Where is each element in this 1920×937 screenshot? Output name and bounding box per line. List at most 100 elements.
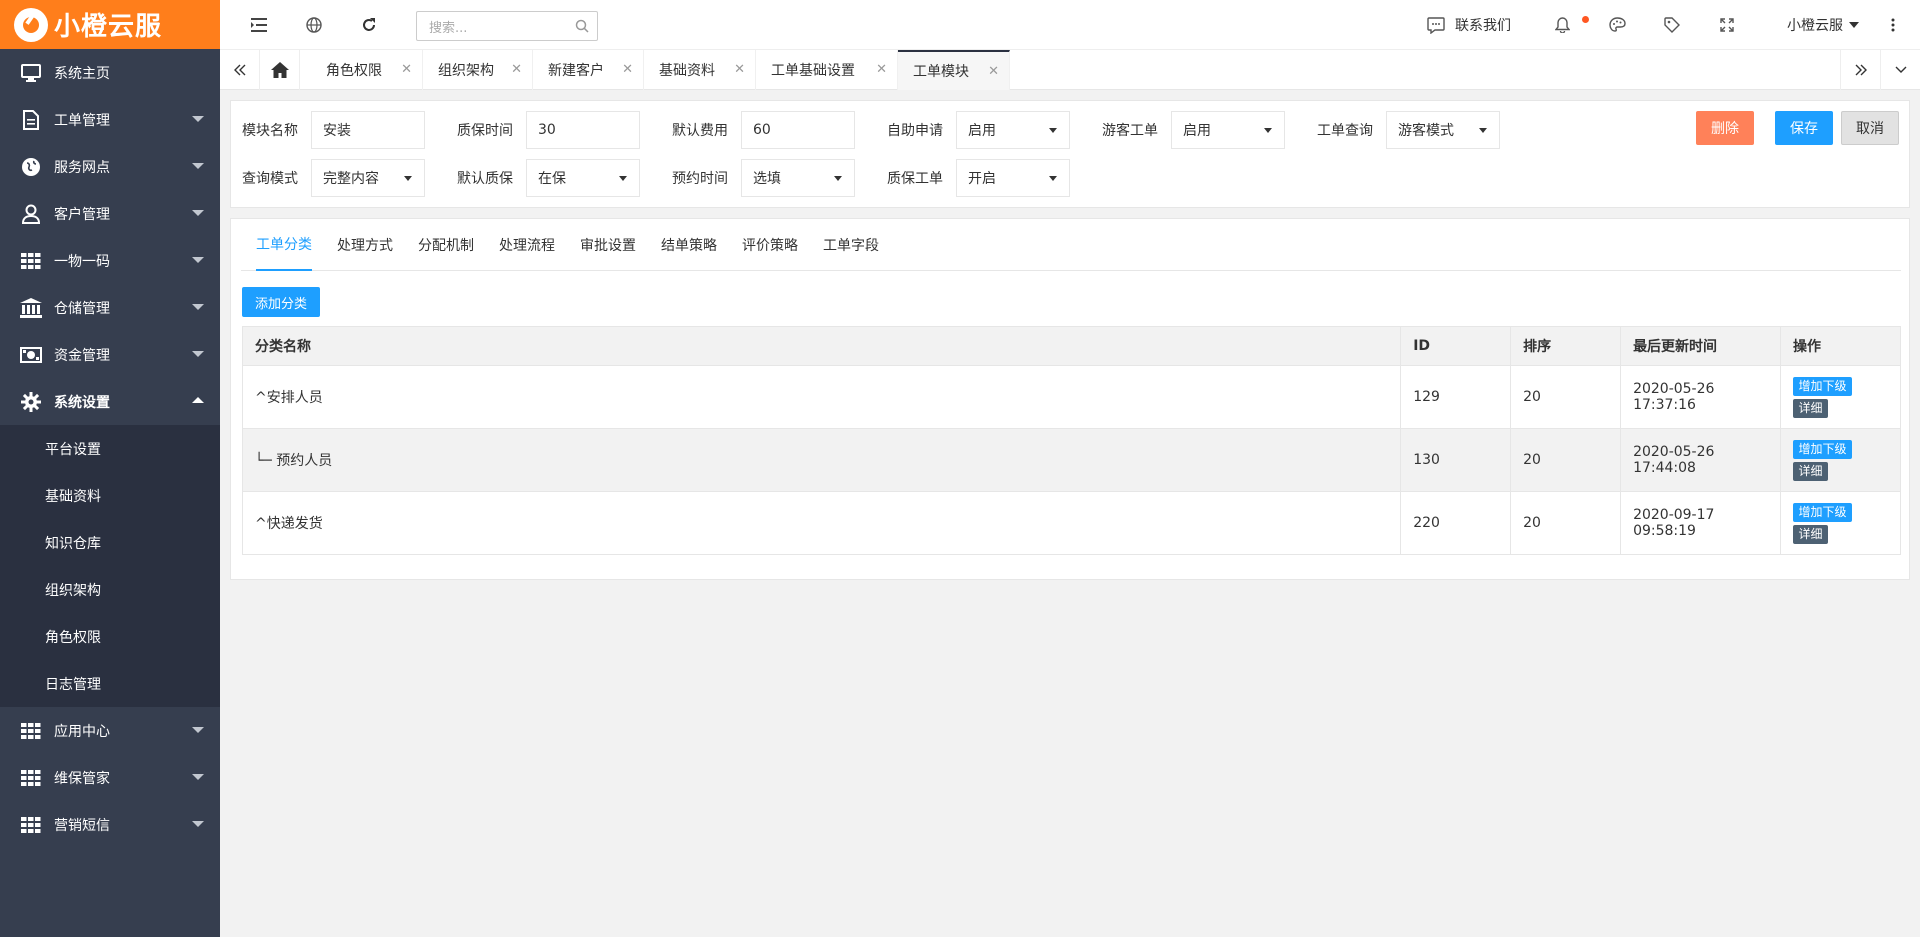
actions-cell: 增加下级 详细 xyxy=(1780,365,1901,429)
sidebar-item-label: 服务网点 xyxy=(54,159,110,176)
appointment-time-value: 选填 xyxy=(753,171,781,187)
chevron-down-icon xyxy=(192,774,204,780)
sidebar-item-one-item-one-code[interactable]: 一物一码 xyxy=(0,237,220,284)
submenu-item-platform-settings[interactable]: 平台设置 xyxy=(0,425,220,472)
close-icon[interactable]: ✕ xyxy=(511,62,522,77)
submenu-item-basic-data[interactable]: 基础资料 xyxy=(0,472,220,519)
tab-new-customer[interactable]: 新建客户 ✕ xyxy=(533,50,644,90)
gear-icon xyxy=(20,391,42,413)
sidebar-item-funds[interactable]: 资金管理 xyxy=(0,331,220,378)
column-header-updated: 最后更新时间 xyxy=(1620,326,1781,366)
category-name-cell[interactable]: └─ 预约人员 xyxy=(241,428,1402,492)
subtab-closing-policy[interactable]: 结单策略 xyxy=(661,219,717,271)
tag-icon[interactable] xyxy=(1661,14,1683,36)
search-input[interactable]: 搜索... xyxy=(416,11,598,41)
tab-ticket-basic-settings[interactable]: 工单基础设置 ✕ xyxy=(756,50,898,90)
more-vertical-icon[interactable] xyxy=(1882,14,1904,36)
category-id-cell: 129 xyxy=(1400,365,1512,429)
guest-ticket-label: 游客工单 xyxy=(1102,123,1158,139)
theme-palette-icon[interactable] xyxy=(1606,14,1628,36)
submenu-item-role-permissions[interactable]: 角色权限 xyxy=(0,613,220,660)
category-updated-cell: 2020-09-17 09:58:19 xyxy=(1620,491,1781,555)
sidebar-item-label: 工单管理 xyxy=(54,112,110,129)
globe-icon[interactable] xyxy=(303,14,325,36)
module-name-field[interactable]: 安装 xyxy=(311,111,425,149)
category-name-cell[interactable]: ^安排人员 xyxy=(241,365,1402,429)
sidebar-item-warehouse[interactable]: 仓储管理 xyxy=(0,284,220,331)
subtab-assignment[interactable]: 分配机制 xyxy=(418,219,474,271)
tabs-menu-chevron-down-icon[interactable] xyxy=(1880,50,1920,90)
add-child-button[interactable]: 增加下级 xyxy=(1793,502,1852,522)
tab-basic-data[interactable]: 基础资料 ✕ xyxy=(644,50,756,90)
notification-dot xyxy=(1582,16,1589,23)
add-category-button[interactable]: 添加分类 xyxy=(242,287,320,317)
sidebar-item-ticket-management[interactable]: 工单管理 xyxy=(0,96,220,143)
subtab-approval-settings[interactable]: 审批设置 xyxy=(580,219,636,271)
grid-icon xyxy=(20,250,42,272)
tab-label: 基础资料 xyxy=(659,63,715,79)
detail-button[interactable]: 详细 xyxy=(1793,524,1828,544)
home-tab-icon[interactable] xyxy=(260,50,300,90)
close-icon[interactable]: ✕ xyxy=(876,62,887,77)
sidebar-item-customer-management[interactable]: 客户管理 xyxy=(0,190,220,237)
refresh-icon[interactable] xyxy=(358,14,380,36)
subtab-handling-method[interactable]: 处理方式 xyxy=(337,219,393,271)
subtab-ticket-category[interactable]: 工单分类 xyxy=(256,219,312,271)
close-icon[interactable]: ✕ xyxy=(734,62,745,77)
tab-label: 组织架构 xyxy=(438,63,494,79)
search-icon[interactable] xyxy=(575,19,589,37)
save-button[interactable]: 保存 xyxy=(1775,111,1833,145)
submenu-item-org-structure[interactable]: 组织架构 xyxy=(0,566,220,613)
tab-ticket-module[interactable]: 工单模块 ✕ xyxy=(898,50,1010,90)
ticket-query-select[interactable]: 游客模式 xyxy=(1386,111,1500,149)
chevron-up-icon xyxy=(192,397,204,403)
tab-label: 角色权限 xyxy=(326,63,382,79)
fullscreen-icon[interactable] xyxy=(1716,14,1738,36)
sidebar-item-service-network[interactable]: 服务网点 xyxy=(0,143,220,190)
sidebar-item-system-settings[interactable]: 系统设置 xyxy=(0,378,220,425)
subtab-process-flow[interactable]: 处理流程 xyxy=(499,219,555,271)
query-mode-select[interactable]: 完整内容 xyxy=(311,159,425,197)
grid-icon xyxy=(20,767,42,789)
sidebar-item-marketing-sms[interactable]: 营销短信 xyxy=(0,801,220,848)
add-child-button[interactable]: 增加下级 xyxy=(1793,439,1852,459)
submenu-item-knowledge-base[interactable]: 知识仓库 xyxy=(0,519,220,566)
guest-ticket-select[interactable]: 启用 xyxy=(1171,111,1285,149)
close-icon[interactable]: ✕ xyxy=(622,62,633,77)
caret-down-icon xyxy=(1479,128,1487,133)
close-icon[interactable]: ✕ xyxy=(401,62,412,77)
warranty-ticket-select[interactable]: 开启 xyxy=(956,159,1070,197)
add-child-button[interactable]: 增加下级 xyxy=(1793,376,1852,396)
tabs-scroll-left-icon[interactable] xyxy=(220,50,260,90)
contact-us-link[interactable]: 联系我们 xyxy=(1427,0,1511,50)
warranty-time-label: 质保时间 xyxy=(457,123,513,139)
appointment-time-select[interactable]: 选填 xyxy=(741,159,855,197)
tab-role-permissions[interactable]: 角色权限 ✕ xyxy=(311,50,423,90)
sidebar-item-maintenance-manager[interactable]: 维保管家 xyxy=(0,754,220,801)
delete-button[interactable]: 删除 xyxy=(1696,111,1754,145)
sidebar-item-app-center[interactable]: 应用中心 xyxy=(0,707,220,754)
detail-button[interactable]: 详细 xyxy=(1793,461,1828,481)
sidebar-item-label: 资金管理 xyxy=(54,347,110,364)
tabs-scroll-right-icon[interactable] xyxy=(1840,50,1880,90)
subtab-ticket-fields[interactable]: 工单字段 xyxy=(823,219,879,271)
warranty-ticket-label: 质保工单 xyxy=(887,171,943,187)
subtab-rating-policy[interactable]: 评价策略 xyxy=(742,219,798,271)
menu-toggle-icon[interactable] xyxy=(248,14,270,36)
category-table: 分类名称 ID 排序 最后更新时间 操作 ^安排人员 129 20 2020-0… xyxy=(241,326,1901,555)
cancel-button[interactable]: 取消 xyxy=(1841,111,1899,145)
default-fee-field[interactable]: 60 xyxy=(741,111,855,149)
user-menu[interactable]: 小橙云服 xyxy=(1787,0,1859,50)
warranty-time-field[interactable]: 30 xyxy=(526,111,640,149)
bell-icon[interactable] xyxy=(1551,14,1573,36)
submenu-item-log-management[interactable]: 日志管理 xyxy=(0,660,220,707)
detail-button[interactable]: 详细 xyxy=(1793,398,1828,418)
default-warranty-select[interactable]: 在保 xyxy=(526,159,640,197)
sidebar-item-home[interactable]: 系统主页 xyxy=(0,49,220,96)
self-apply-select[interactable]: 启用 xyxy=(956,111,1070,149)
category-name-cell[interactable]: ^快递发货 xyxy=(241,491,1402,555)
logo[interactable]: 小橙云服 xyxy=(0,0,220,49)
tab-org-structure[interactable]: 组织架构 ✕ xyxy=(423,50,533,90)
close-icon[interactable]: ✕ xyxy=(988,64,999,79)
ticket-category-panel: 工单分类 处理方式 分配机制 处理流程 审批设置 结单策略 评价策略 工单字段 … xyxy=(230,218,1910,580)
